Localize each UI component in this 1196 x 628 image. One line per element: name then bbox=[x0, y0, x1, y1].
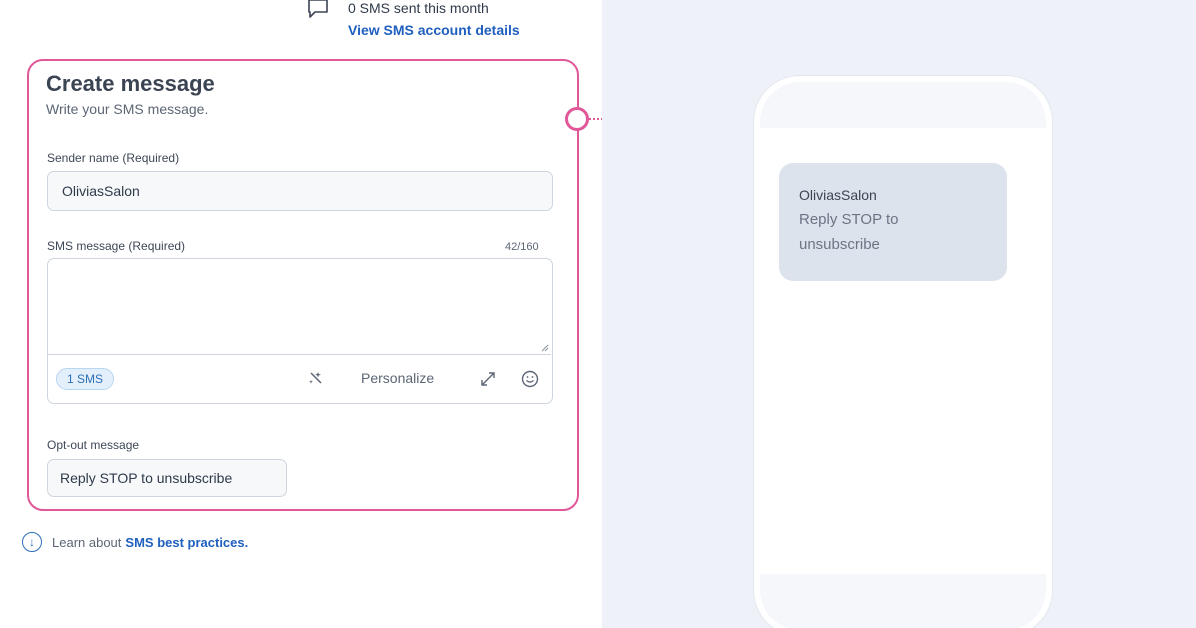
preview-sender: OliviasSalon bbox=[799, 187, 877, 203]
editor-panel: 0 SMS sent this month View SMS account d… bbox=[0, 0, 646, 628]
learn-more: ↓ Learn about SMS best practices. bbox=[22, 532, 248, 552]
sms-count-badge: 1 SMS bbox=[56, 368, 115, 390]
sender-name-input[interactable]: OliviasSalon bbox=[47, 171, 553, 211]
sms-preview-bubble: OliviasSalon Reply STOP to unsubscribe bbox=[779, 163, 1007, 281]
phone-header bbox=[760, 82, 1046, 128]
card-subtitle: Write your SMS message. bbox=[46, 101, 209, 117]
emoji-icon[interactable] bbox=[519, 368, 541, 390]
phone-footer bbox=[760, 574, 1046, 628]
sms-message-label: SMS message (Required) bbox=[47, 239, 186, 253]
sms-best-practices-link[interactable]: SMS best practices. bbox=[125, 535, 248, 550]
card-title: Create message bbox=[46, 71, 215, 96]
sender-name-label: Sender name (Required) bbox=[47, 151, 180, 165]
resize-handle-icon[interactable] bbox=[541, 344, 549, 352]
message-toolbar: 1 SMS Personalize bbox=[48, 356, 551, 402]
learn-prefix: Learn about bbox=[52, 534, 122, 550]
sms-message-field: 1 SMS Personalize bbox=[47, 258, 553, 404]
info-icon: ↓ bbox=[22, 532, 42, 552]
ai-assist-icon[interactable] bbox=[306, 368, 328, 390]
personalize-button[interactable]: Personalize bbox=[361, 370, 434, 386]
optout-label: Opt-out message bbox=[47, 438, 140, 452]
sms-sent-count: 0 SMS sent this month bbox=[348, 0, 489, 16]
create-message-card: Create message Write your SMS message. S… bbox=[27, 59, 579, 511]
sms-message-textarea[interactable] bbox=[48, 259, 551, 355]
preview-text: Reply STOP to unsubscribe bbox=[799, 211, 899, 253]
chat-bubble-icon bbox=[308, 0, 328, 18]
view-sms-account-link[interactable]: View SMS account details bbox=[348, 22, 520, 38]
step-connector-dot bbox=[565, 107, 589, 131]
phone-preview: OliviasSalon Reply STOP to unsubscribe bbox=[754, 76, 1052, 628]
optout-input[interactable]: Reply STOP to unsubscribe bbox=[47, 459, 287, 497]
expand-icon[interactable] bbox=[477, 368, 499, 390]
character-counter: 42/160 bbox=[505, 241, 539, 253]
